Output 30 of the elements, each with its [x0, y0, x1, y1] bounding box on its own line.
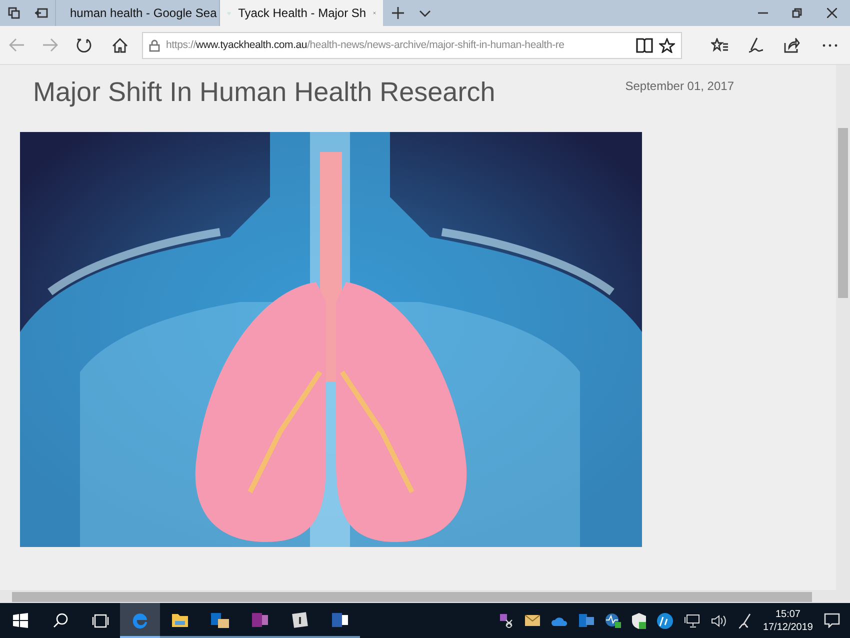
clock[interactable]: 15:07 17/12/2019	[762, 608, 813, 634]
cloud-icon[interactable]	[550, 616, 568, 626]
envelope-app-icon	[210, 610, 230, 628]
app-icon	[291, 610, 309, 628]
tab-title: human health - Google Sea	[70, 6, 217, 20]
notification-icon[interactable]	[824, 613, 840, 628]
scrollbar-thumb[interactable]	[838, 128, 848, 298]
tab-title: Tyack Health - Major Sh	[238, 6, 366, 20]
pulse-icon[interactable]	[604, 613, 621, 628]
scissors-icon[interactable]	[500, 614, 514, 628]
envelope-app-icon[interactable]	[578, 614, 594, 627]
mail-icon[interactable]	[524, 615, 540, 626]
article-title: Major Shift In Human Health Research	[33, 77, 496, 109]
article-date: September 01, 2017	[625, 79, 734, 95]
browser-tab[interactable]: Tyack Health - Major Sh	[219, 0, 383, 26]
notebook-icon	[251, 610, 269, 628]
network-icon[interactable]	[684, 614, 700, 628]
speaker-icon[interactable]	[710, 614, 727, 628]
hp-logo-icon[interactable]	[656, 612, 673, 628]
url-text: https://www.tyackhealth.com.au/health-news/news-archive/major-shift-in-human-health-re	[166, 39, 566, 51]
address-bar[interactable]: https://www.tyackhealth.com.au/health-news/news-archive/major-shift-in-human-health-re	[142, 32, 682, 58]
shield-icon[interactable]	[632, 612, 646, 628]
star-icon[interactable]	[659, 38, 675, 52]
pen-icon[interactable]	[738, 612, 752, 628]
edge-icon	[131, 610, 149, 628]
reading-view-icon[interactable]	[636, 38, 653, 52]
document-app-icon	[331, 610, 349, 628]
scrollbar-thumb[interactable]	[12, 592, 812, 602]
lock-icon	[149, 38, 160, 52]
folder-icon	[171, 612, 189, 628]
